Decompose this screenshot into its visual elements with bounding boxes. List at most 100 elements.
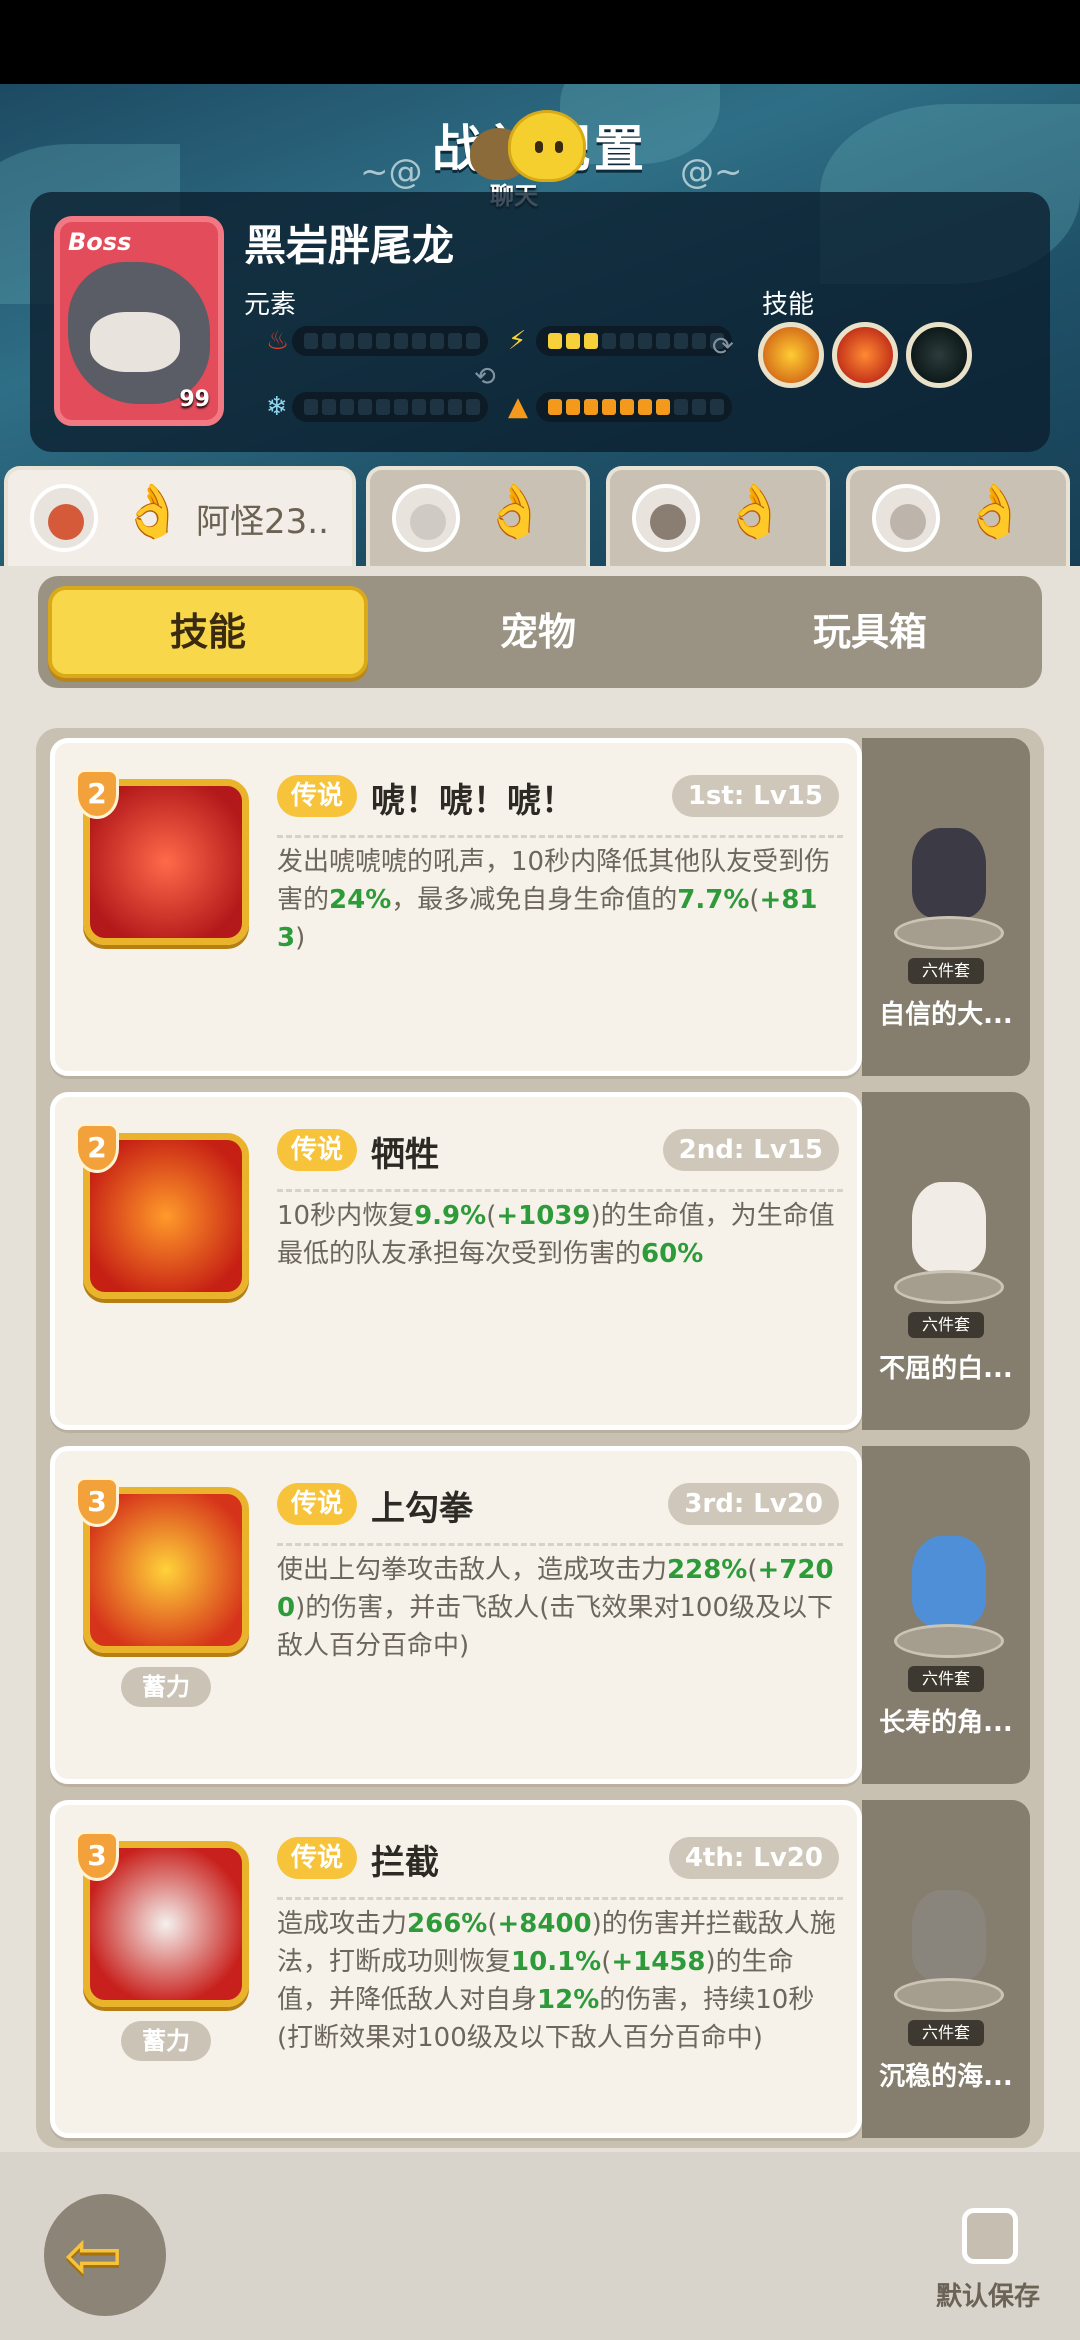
pet-slot-2[interactable]: 六件套 不屈的白... [862,1092,1030,1430]
meter-segment [358,399,372,415]
party-tab-4[interactable]: 👌 [846,466,1070,566]
meter-segment [620,333,634,349]
party-tab-1[interactable]: 👌 阿怪23.. [4,466,356,566]
cycle-arrow-icon: ⟳ [712,332,734,362]
meter-segment [656,399,670,415]
meter-segment [394,399,408,415]
ready-hand-icon: 👌 [722,482,787,542]
skill-slot-level: 1st: Lv15 [671,775,839,817]
rarity-tag: 传说 [277,1483,357,1525]
back-arrow-icon: ⇦ [64,2214,123,2296]
meter-segment [692,399,706,415]
pet-set-label: 六件套 [908,1312,984,1338]
meter-segment [602,333,616,349]
skill-description: 10秒内恢复9.9%(+1039)的生命值，为生命值最低的队友承担每次受到伤害的… [277,1201,835,1269]
meter-segment [692,333,706,349]
charge-badge: 蓄力 [121,1667,211,1707]
swirl-right-icon: @~ [680,152,743,192]
footer: ⇦ 默认保存 [0,2152,1080,2340]
meter-segment [674,333,688,349]
cycle-arrow-icon: ⟲ [474,362,496,392]
fire-meter [292,326,488,356]
party-tabs: 👌 阿怪23.. 👌 👌 👌 [0,466,1080,566]
meter-segment [322,333,336,349]
ready-hand-icon: 👌 [482,482,547,542]
party-tab-3[interactable]: 👌 [606,466,830,566]
meter-segment [638,399,652,415]
default-save-label: 默认保存 [936,2282,1041,2312]
ready-hand-icon: 👌 [120,482,185,542]
avatar [30,484,98,552]
skill-card-3[interactable]: 3 蓄力 传说 上勾拳 3rd: Lv20 使出上勾拳攻击敌人，造成攻击力228… [50,1446,862,1784]
meter-segment [430,399,444,415]
boss-skill-2-icon[interactable] [832,322,898,388]
meter-segment [376,399,390,415]
meter-segment [548,399,562,415]
meter-segment [584,399,598,415]
ice-meter [292,392,488,422]
skill-card-4[interactable]: 3 蓄力 传说 拦截 4th: Lv20 造成攻击力266%(+8400)的伤害… [50,1800,862,2138]
lightning-element-icon: ⚡ [508,326,527,356]
meter-segment [710,399,724,415]
skill-name: 牺牲 [371,1135,439,1175]
boss-portrait[interactable]: Boss 99 [54,216,224,426]
skill-slot-level: 2nd: Lv15 [662,1129,839,1171]
boss-name: 黑岩胖尾龙 [244,221,455,270]
pet-name: 长寿的角... [879,1708,1013,1738]
meter-segment [620,399,634,415]
meter-segment [466,333,480,349]
skill-rank-badge: 2 [75,1123,119,1173]
meter-segment [340,399,354,415]
rarity-tag: 传说 [277,1129,357,1171]
goat-pet-icon [894,828,1004,950]
tab-pets[interactable]: 宠物 [378,586,698,678]
meter-segment [430,333,444,349]
pet-set-label: 六件套 [908,958,984,984]
charge-badge: 蓄力 [121,2021,211,2061]
skill-card-1[interactable]: 2 传说 唬！唬！唬！ 1st: Lv15 发出唬唬唬的吼声，10秒内降低其他队… [50,738,862,1076]
skill-rank-badge: 3 [75,1477,119,1527]
skill-card-2[interactable]: 2 传说 牺牲 2nd: Lv15 10秒内恢复9.9%(+1039)的生命值，… [50,1092,862,1430]
pet-name: 自信的大... [879,1000,1013,1030]
party-member-name: 阿怪23.. [196,502,329,542]
default-save-checkbox[interactable] [962,2208,1018,2264]
tab-toybox[interactable]: 玩具箱 [710,586,1030,678]
element-label: 元素 [244,290,297,320]
pet-name: 沉稳的海... [879,2062,1013,2092]
boss-panel: Boss 99 黑岩胖尾龙 元素 技能 ♨ ⟲ ⚡ ❄ ▲ ⟳ [30,192,1050,452]
pet-slot-4[interactable]: 六件套 沉稳的海... [862,1800,1030,2138]
pet-slot-3[interactable]: 六件套 长寿的角... [862,1446,1030,1784]
meter-segment [448,333,462,349]
avatar [392,484,460,552]
meter-segment [448,399,462,415]
meter-segment [412,333,426,349]
segment-tabs: 技能 宠物 玩具箱 [38,576,1042,688]
skill-slot-level: 4th: Lv20 [668,1837,839,1879]
whale-pet-icon [894,1536,1004,1658]
skill-description: 造成攻击力266%(+8400)的伤害并拦截敌人施法，打断成功则恢复10.1%(… [277,1909,836,2053]
gorilla-pet-icon [894,1890,1004,2012]
boss-skill-3-icon[interactable] [906,322,972,388]
meter-segment [638,333,652,349]
meter-segment [674,399,688,415]
skill-name: 唬！唬！唬！ [371,781,575,821]
meter-segment [412,399,426,415]
tab-skills[interactable]: 技能 [48,586,368,678]
rarity-tag: 传说 [277,1837,357,1879]
party-tab-2[interactable]: 👌 [366,466,590,566]
earth-element-icon: ▲ [508,392,528,422]
skill-list: 2 传说 唬！唬！唬！ 1st: Lv15 发出唬唬唬的吼声，10秒内降低其他队… [36,728,1044,2148]
boss-badge: Boss [68,228,132,256]
meter-segment [602,399,616,415]
skill-slot-level: 3rd: Lv20 [668,1483,839,1525]
header-area: ~@ 战前配置 @~ 聊天 Boss 99 黑岩胖尾龙 元素 技能 ♨ ⟲ ⚡ … [0,84,1080,570]
boss-skill-1-icon[interactable] [758,322,824,388]
skill-description: 发出唬唬唬的吼声，10秒内降低其他队友受到伤害的24%，最多减免自身生命值的7.… [277,847,831,953]
meter-segment [548,333,562,349]
pet-slot-1[interactable]: 六件套 自信的大... [862,738,1030,1076]
meter-segment [376,333,390,349]
status-bar [0,0,1080,84]
ice-element-icon: ❄ [266,392,288,422]
boss-level: 99 [179,387,210,412]
back-button[interactable]: ⇦ [44,2194,166,2316]
